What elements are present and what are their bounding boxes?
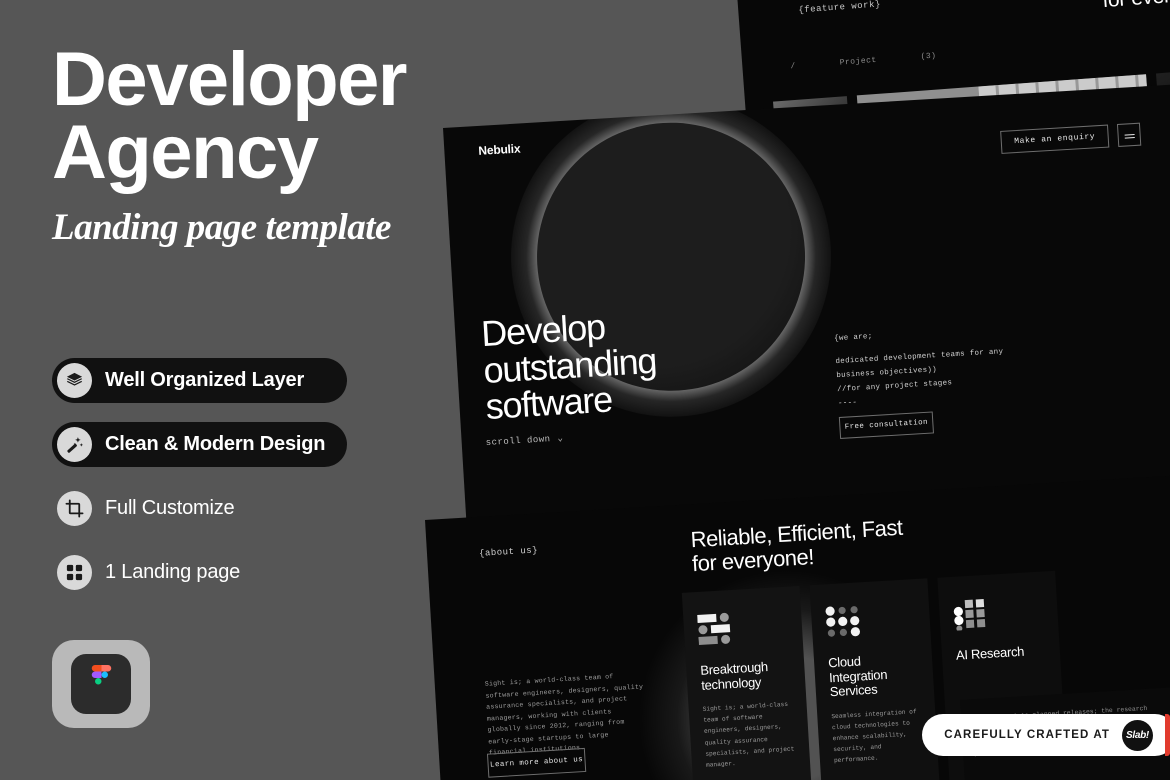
crafted-at-badge: CAREFULLY CRAFTED AT Slab! bbox=[922, 714, 1170, 756]
learn-more-button[interactable]: Learn more about us bbox=[486, 747, 587, 778]
page-title: Developer Agency bbox=[52, 37, 408, 195]
about-paragraph: Sight is; a world-class team of software… bbox=[484, 673, 644, 757]
free-consultation-button[interactable]: Free consultation bbox=[838, 411, 934, 439]
feature-item-label: Well Organized Layer bbox=[105, 369, 305, 391]
breadcrumb-slash: / bbox=[790, 61, 797, 72]
slab-logo: Slab! bbox=[1122, 719, 1153, 751]
chevron-down-icon: ⌄ bbox=[557, 433, 564, 444]
hero-headline: Develop outstanding software bbox=[480, 305, 658, 428]
about-us-tag: {about us} bbox=[478, 545, 539, 559]
feature-item-label: 1 Landing page bbox=[105, 561, 241, 583]
service-card-title: AI Research bbox=[955, 643, 1025, 663]
poster-canvas: {feature work} / Project (3) Reliable, E… bbox=[0, 0, 1170, 780]
grid-icon bbox=[57, 555, 92, 590]
hero-mono-block: {we are; dedicated development teams for… bbox=[833, 332, 1004, 408]
service-card[interactable]: Breaktrough technology Sight is; a world… bbox=[681, 585, 813, 780]
feature-work-breadcrumb: / Project (3) bbox=[790, 51, 937, 71]
grid-dots-icon bbox=[953, 594, 1045, 633]
service-card-title: Cloud Integration Services bbox=[827, 653, 888, 700]
breadcrumb-count: (3) bbox=[920, 51, 937, 62]
mockup-hero-screen: Nebulix Make an enquiry Develop outstand… bbox=[443, 82, 1170, 548]
accent-bar bbox=[1165, 714, 1170, 756]
scroll-down-indicator[interactable]: scroll down ⌄ bbox=[485, 433, 563, 448]
bars-dots-icon bbox=[697, 609, 789, 648]
breadcrumb-label: Project bbox=[839, 55, 878, 68]
feature-item-clean-modern-design: Clean & Modern Design bbox=[52, 422, 348, 467]
service-card-title: Breaktrough technology bbox=[699, 658, 769, 693]
feature-work-headline: Reliable, Efficient, Fast for everyone! bbox=[1100, 0, 1170, 12]
service-card[interactable]: Cloud Integration Services Seamless inte… bbox=[809, 578, 940, 780]
page-subtitle: Landing page template bbox=[52, 206, 391, 248]
feature-work-tag: {feature work} bbox=[798, 0, 882, 16]
dot-matrix-icon bbox=[825, 601, 917, 640]
scroll-down-label: scroll down bbox=[485, 434, 551, 449]
feature-item-full-customize: Full Customize bbox=[52, 486, 347, 531]
crafted-at-label: CAREFULLY CRAFTED AT bbox=[944, 729, 1110, 741]
make-enquiry-button[interactable]: Make an enquiry bbox=[1000, 124, 1110, 154]
promo-header: Developer Agency Landing page template bbox=[52, 37, 432, 249]
magic-wand-icon bbox=[57, 427, 92, 462]
feature-item-well-organized-layer: Well Organized Layer bbox=[52, 358, 348, 403]
feature-list: Well Organized Layer Clean & Modern Desi… bbox=[52, 358, 348, 614]
nebulix-logo[interactable]: Nebulix bbox=[478, 141, 521, 157]
figma-badge bbox=[52, 640, 150, 728]
layers-icon bbox=[57, 363, 92, 398]
feature-item-label: Full Customize bbox=[105, 497, 235, 519]
hamburger-menu-icon[interactable] bbox=[1116, 122, 1142, 147]
about-headline: Reliable, Efficient, Fast for everyone! bbox=[689, 514, 904, 576]
service-card-text: Seamless integration of cloud technologi… bbox=[831, 707, 917, 765]
feature-item-label: Clean & Modern Design bbox=[105, 433, 326, 455]
service-card-text: Sight is; a world-class team of software… bbox=[702, 700, 795, 769]
crop-icon bbox=[57, 491, 92, 526]
feature-item-landing-page: 1 Landing page bbox=[52, 550, 347, 595]
figma-logo-icon bbox=[71, 654, 131, 714]
